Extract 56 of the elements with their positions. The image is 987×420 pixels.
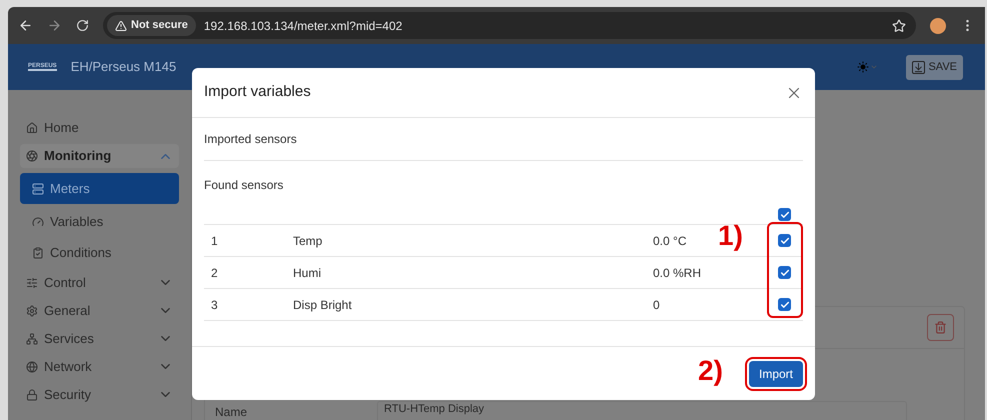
gauge-icon [32,216,44,228]
security-chip[interactable]: Not secure [107,15,196,36]
table-cell-text: 1 [210,232,219,250]
dialog-title: Import variables [204,82,312,102]
sidebar-item[interactable]: Security [20,383,179,406]
app-title: EH/Perseus M145 [70,58,176,76]
import-button[interactable]: Import [748,360,803,386]
table-cell-text: Disp Bright [293,296,353,314]
table-cell-text: Temp [293,232,324,250]
caret-icon [870,63,878,71]
forward-icon[interactable] [47,18,62,33]
table-cell-text: Humi [293,264,322,282]
sliders-icon [26,276,38,288]
back-icon[interactable] [18,18,33,33]
lock-icon [26,388,38,400]
annotation-label: 1) [718,222,743,250]
section-heading: Found sensors [204,176,284,194]
avatar[interactable] [930,18,946,34]
checkbox[interactable] [778,208,791,221]
annotation-label: 2) [698,357,723,385]
sidebar-item[interactable]: General [20,299,179,322]
field-label: Name [215,404,248,420]
sidebar-subitem[interactable]: Conditions [20,240,179,266]
checkbox[interactable] [778,234,791,247]
server-icon [32,182,44,194]
house-icon [26,122,38,134]
warning-icon [115,20,127,32]
sidebar-item[interactable]: Services [20,327,179,350]
table-cell-text: 0.0 %RH [653,264,702,282]
sidebar-item[interactable]: Network [20,355,179,378]
download-icon [912,60,926,74]
sidebar-subitem[interactable]: Variables [20,209,179,235]
table-cell-text: 0.0 °C [653,232,688,250]
table-cell-text: 3 [210,296,219,314]
aperture-icon [26,150,38,162]
sidebar-item[interactable]: Control [20,271,179,294]
trash-icon [934,321,947,334]
url-text: 192.168.103.134/meter.xml?mid=402 [204,18,402,34]
address-bar[interactable]: Not secure 192.168.103.134/meter.xml?mid=402 [103,12,916,39]
network-icon [26,332,38,344]
save-button[interactable]: SAVE [906,54,963,80]
settings-icon [26,304,38,316]
checkbox[interactable] [778,298,791,311]
theme-toggle[interactable] [857,61,878,73]
clipboard-check-icon [32,247,44,259]
sidebar-subitem[interactable]: Meters [20,173,179,204]
star-icon[interactable] [892,18,906,32]
section-heading: Imported sensors [204,131,297,148]
reload-icon[interactable] [76,19,89,32]
table-cell-text: 2 [210,264,219,282]
table-cell-text: 0 [653,296,661,314]
sun-icon [857,61,870,73]
input-field[interactable]: RTU-HTemp Display [377,401,908,420]
checkbox[interactable] [778,266,791,279]
sidebar-item[interactable]: Home [20,116,179,139]
globe-icon [26,360,38,372]
